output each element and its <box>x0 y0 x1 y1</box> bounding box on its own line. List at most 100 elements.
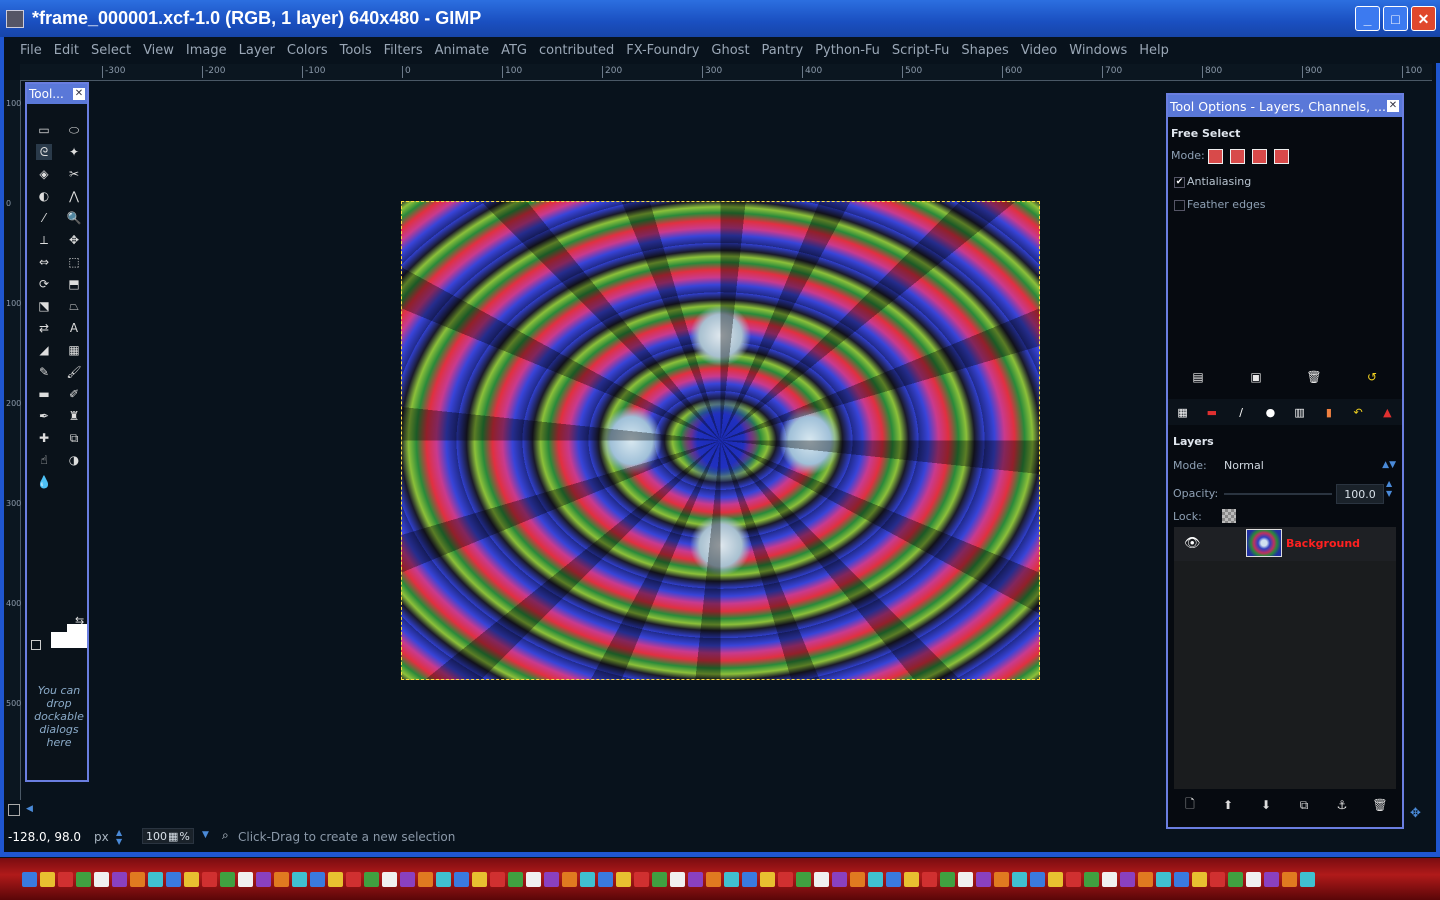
taskbar-app-icon[interactable] <box>1138 871 1153 887</box>
taskbar-app-icon[interactable] <box>814 871 829 887</box>
new-layer-icon[interactable]: 🗋 <box>1182 797 1198 813</box>
smudge-icon[interactable]: ☝ <box>36 452 52 468</box>
taskbar-app-icon[interactable] <box>328 871 343 887</box>
taskbar-app-icon[interactable] <box>868 871 883 887</box>
airbrush-icon[interactable]: ✐ <box>66 386 82 402</box>
toolbox-close-icon[interactable]: ✕ <box>73 88 85 100</box>
menu-video[interactable]: Video <box>1021 43 1057 58</box>
taskbar-app-icon[interactable] <box>238 871 253 887</box>
taskbar-app-icon[interactable] <box>40 871 55 887</box>
mode-add-icon[interactable] <box>1230 149 1245 164</box>
taskbar-app-icon[interactable] <box>1048 871 1063 887</box>
taskbar-app-icon[interactable] <box>256 871 271 887</box>
menu-edit[interactable]: Edit <box>54 43 79 58</box>
shear-icon[interactable]: ⬔ <box>36 298 52 314</box>
menu-layer[interactable]: Layer <box>239 43 275 58</box>
taskbar-app-icon[interactable] <box>544 871 559 887</box>
tab-brushes-icon[interactable]: ● <box>1262 404 1278 420</box>
taskbar-app-icon[interactable] <box>940 871 955 887</box>
taskbar-app-icon[interactable] <box>598 871 613 887</box>
taskbar-app-icon[interactable] <box>508 871 523 887</box>
eraser-icon[interactable]: ▬ <box>36 386 52 402</box>
zoom-icon[interactable]: 🔍 <box>66 210 82 226</box>
taskbar-app-icon[interactable] <box>1174 871 1189 887</box>
tab-paths-icon[interactable]: ∕ <box>1233 404 1249 420</box>
taskbar-app-icon[interactable] <box>904 871 919 887</box>
taskbar-app-icon[interactable] <box>364 871 379 887</box>
taskbar-app-icon[interactable] <box>436 871 451 887</box>
taskbar-app-icon[interactable] <box>490 871 505 887</box>
menu-shapes[interactable]: Shapes <box>961 43 1008 58</box>
taskbar-app-icon[interactable] <box>112 871 127 887</box>
menu-pantry[interactable]: Pantry <box>762 43 804 58</box>
horizontal-scrollbar[interactable]: ◀ <box>8 804 1158 818</box>
rotate-icon[interactable]: ⟳ <box>36 276 52 292</box>
opacity-spin-icon[interactable]: ▲ ▼ <box>1386 479 1392 499</box>
zoom-select[interactable]: 100 ▦% <box>142 828 194 844</box>
antialiasing-checkbox[interactable]: ✔ Antialiasing <box>1174 175 1251 188</box>
align-icon[interactable]: ⇔ <box>36 254 52 270</box>
taskbar-app-icon[interactable] <box>526 871 541 887</box>
taskbar-app-icon[interactable] <box>148 871 163 887</box>
taskbar-app-icon[interactable] <box>346 871 361 887</box>
menu-colors[interactable]: Colors <box>287 43 328 58</box>
select-by-color-icon[interactable]: ◈ <box>36 166 52 182</box>
ink-icon[interactable]: ✒ <box>36 408 52 424</box>
taskbar-app-icon[interactable] <box>634 871 649 887</box>
taskbar-app-icon[interactable] <box>580 871 595 887</box>
menu-view[interactable]: View <box>143 43 174 58</box>
menu-tools[interactable]: Tools <box>340 43 372 58</box>
menu-file[interactable]: File <box>20 43 42 58</box>
taskbar-app-icon[interactable] <box>1030 871 1045 887</box>
taskbar-app-icon[interactable] <box>130 871 145 887</box>
menu-help[interactable]: Help <box>1139 43 1169 58</box>
taskbar-app-icon[interactable] <box>778 871 793 887</box>
taskbar-app-icon[interactable] <box>832 871 847 887</box>
delete-layer-icon[interactable]: 🗑 <box>1372 797 1388 813</box>
default-colors-icon[interactable] <box>31 640 41 650</box>
delete-options-icon[interactable]: 🗑 <box>1306 369 1322 385</box>
minimize-button[interactable]: _ <box>1355 6 1380 31</box>
tab-layers-icon[interactable]: ▦ <box>1175 404 1191 420</box>
taskbar-app-icon[interactable] <box>922 871 937 887</box>
navigate-icon[interactable]: ✥ <box>1410 806 1421 821</box>
taskbar-app-icon[interactable] <box>688 871 703 887</box>
taskbar-app-icon[interactable] <box>994 871 1009 887</box>
clone-icon[interactable]: ♜ <box>66 408 82 424</box>
taskbar-app-icon[interactable] <box>796 871 811 887</box>
menu-animate[interactable]: Animate <box>435 43 489 58</box>
taskbar-app-icon[interactable] <box>418 871 433 887</box>
pencil-icon[interactable]: ✎ <box>36 364 52 380</box>
taskbar-app-icon[interactable] <box>724 871 739 887</box>
restore-options-icon[interactable]: ▣ <box>1248 369 1264 385</box>
taskbar-app-icon[interactable] <box>310 871 325 887</box>
text-icon[interactable]: A <box>66 320 82 336</box>
rect-select-icon[interactable]: ▭ <box>36 122 52 138</box>
menu-image[interactable]: Image <box>186 43 227 58</box>
taskbar-app-icon[interactable] <box>76 871 91 887</box>
taskbar-app-icon[interactable] <box>454 871 469 887</box>
scissors-icon[interactable]: ✂ <box>66 166 82 182</box>
taskbar-app-icon[interactable] <box>1066 871 1081 887</box>
maximize-button[interactable]: □ <box>1383 6 1408 31</box>
taskbar-app-icon[interactable] <box>94 871 109 887</box>
taskbar-app-icon[interactable] <box>1192 871 1207 887</box>
lower-layer-icon[interactable]: ⬇ <box>1258 797 1274 813</box>
menu-contributed[interactable]: contributed <box>539 43 614 58</box>
menu-ghost[interactable]: Ghost <box>711 43 749 58</box>
heal-icon[interactable]: ✚ <box>36 430 52 446</box>
menu-windows[interactable]: Windows <box>1069 43 1127 58</box>
perspective-icon[interactable]: ⏢ <box>66 298 82 314</box>
crop-icon[interactable]: ⬚ <box>66 254 82 270</box>
taskbar-app-icon[interactable] <box>850 871 865 887</box>
paintbrush-icon[interactable]: 🖌 <box>66 364 82 380</box>
flip-icon[interactable]: ⇄ <box>36 320 52 336</box>
taskbar-app-icon[interactable] <box>472 871 487 887</box>
taskbar-app-icon[interactable] <box>1246 871 1261 887</box>
dock-header[interactable]: Tool Options - Layers, Channels, ... ✕ <box>1168 95 1402 117</box>
taskbar-app-icon[interactable] <box>706 871 721 887</box>
quick-mask-toggle[interactable] <box>8 804 20 816</box>
foreground-select-icon[interactable]: ◐ <box>36 188 52 204</box>
menu-python-fu[interactable]: Python-Fu <box>815 43 880 58</box>
taskbar-app-icon[interactable] <box>886 871 901 887</box>
